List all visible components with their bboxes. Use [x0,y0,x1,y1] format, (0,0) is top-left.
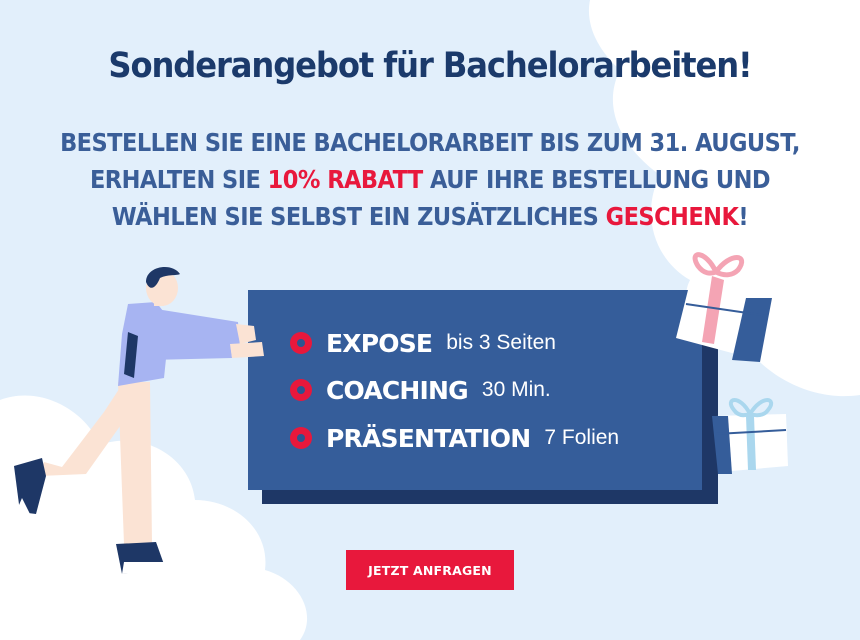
offer-item-expose: EXPOSE bis 3 Seiten [290,323,556,363]
offer-name: COACHING [326,375,469,405]
offer-detail: bis 3 Seiten [446,331,556,354]
promo-description: BESTELLEN SIE EINE BACHELORARBEIT BIS ZU… [43,124,817,235]
gift-highlight: GESCHENK [605,202,739,231]
offer-name: PRÄSENTATION [326,423,531,453]
page-title: Sonderangebot für Bachelorarbeiten! [108,46,752,86]
promo-line-2: ERHALTEN SIE 10% RABATT AUF IHRE BESTELL… [43,161,817,198]
offer-name: EXPOSE [326,328,433,358]
bullet-icon [290,332,312,354]
bullet-icon [290,379,312,401]
promo-line-3-end: ! [738,202,749,231]
small-gift-icon [712,398,788,474]
bullet-icon [290,427,312,449]
promo-line-3-start: WÄHLEN SIE SELBST EIN ZUSÄTZLICHES [111,202,606,231]
discount-highlight: 10% RABATT [267,165,424,194]
promo-line-3: WÄHLEN SIE SELBST EIN ZUSÄTZLICHES GESCH… [43,198,817,235]
promo-line-2-end: AUF IHRE BESTELLUNG UND [422,165,771,194]
offer-item-coaching: COACHING 30 Min. [290,370,551,410]
offer-detail: 7 Folien [544,426,620,449]
large-gift-icon [676,252,772,362]
offer-detail: 30 Min. [481,378,551,401]
promo-line-2-start: ERHALTEN SIE [89,165,268,194]
offer-item-praesentation: PRÄSENTATION 7 Folien [290,418,619,458]
promo-line-1: BESTELLEN SIE EINE BACHELORARBEIT BIS ZU… [60,128,800,157]
request-now-button[interactable]: JETZT ANFRAGEN [346,550,514,590]
person-pushing-board-illustration [14,267,264,574]
